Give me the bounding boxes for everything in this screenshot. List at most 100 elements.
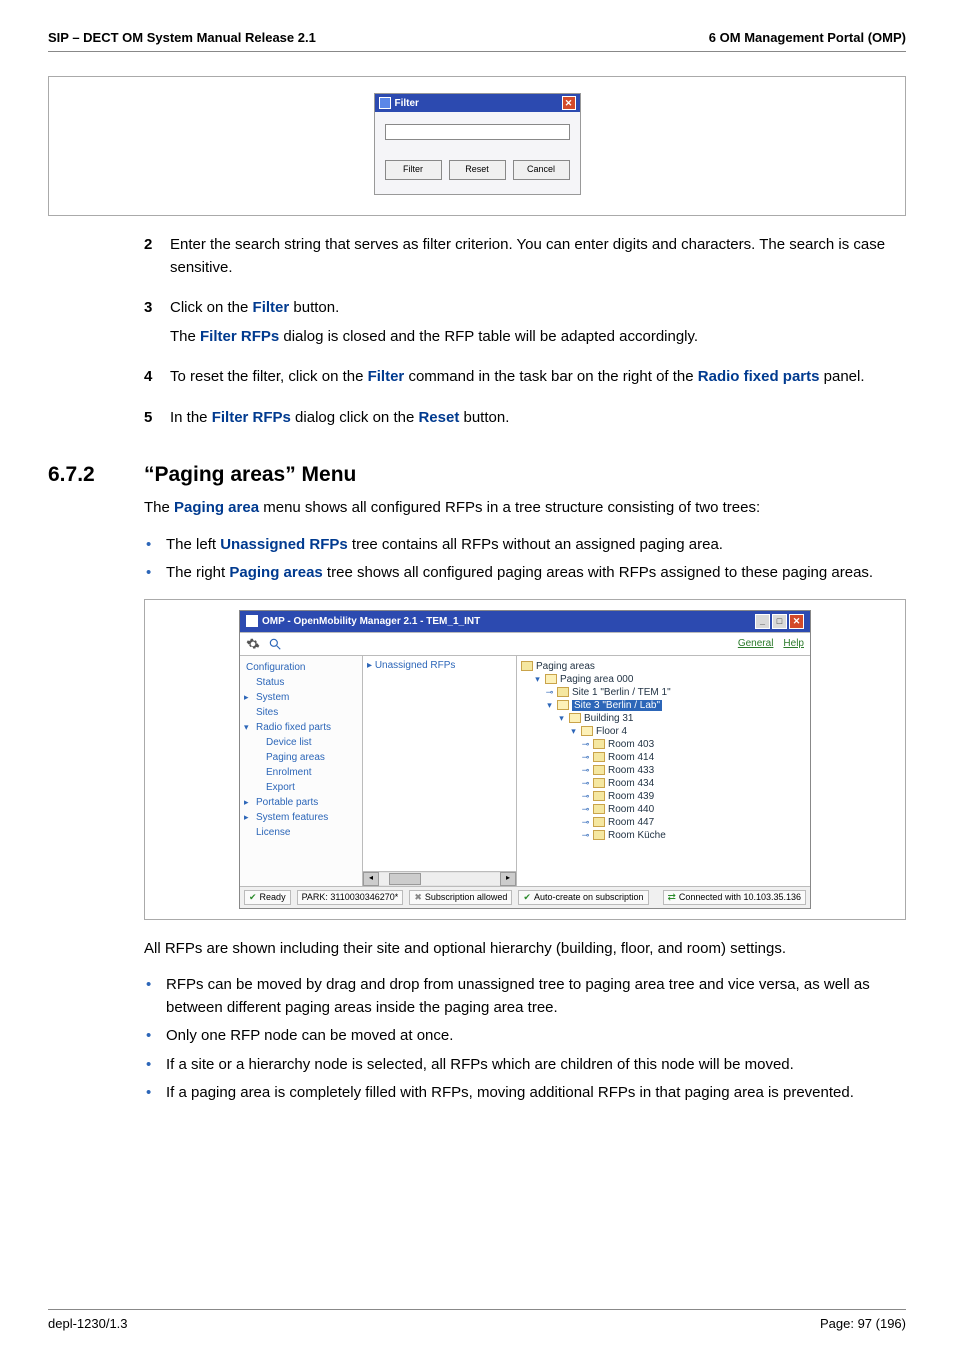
tree-node[interactable]: ⊸Room Küche xyxy=(521,829,806,842)
app-icon xyxy=(379,97,391,109)
filter-dialog-titlebar: Filter ✕ xyxy=(375,94,580,112)
list-item: Only one RFP node can be moved at once. xyxy=(144,1025,906,1048)
menu-help[interactable]: Help xyxy=(783,638,804,649)
sidebar-item[interactable]: Configuration xyxy=(240,660,362,675)
check-icon: ✔ xyxy=(249,892,257,903)
step-paragraph: The Filter RFPs dialog is closed and the… xyxy=(170,326,906,349)
sidebar-item[interactable]: System xyxy=(240,690,362,705)
step-paragraph: Click on the Filter button. xyxy=(170,297,906,320)
maximize-icon[interactable]: □ xyxy=(772,614,787,629)
sidebar-item[interactable]: Sites xyxy=(240,705,362,720)
tree-node[interactable]: ⊸Site 1 "Berlin / TEM 1" xyxy=(521,686,806,699)
tree-node[interactable]: ▾Site 3 "Berlin / Lab" xyxy=(521,699,806,712)
sidebar-item[interactable]: License xyxy=(240,825,362,840)
step-body: Click on the Filter button. The Filter RF… xyxy=(170,297,906,354)
folder-icon xyxy=(593,791,605,801)
sidebar-item[interactable]: Portable parts xyxy=(240,795,362,810)
minimize-icon[interactable]: _ xyxy=(755,614,770,629)
tree-node[interactable]: ⊸Room 414 xyxy=(521,751,806,764)
folder-icon xyxy=(593,765,605,775)
filter-button[interactable]: Filter xyxy=(385,160,442,180)
sidebar-item[interactable]: Paging areas xyxy=(240,750,362,765)
footer-left: depl-1230/1.3 xyxy=(48,1316,128,1331)
sidebar-item[interactable]: Enrolment xyxy=(240,765,362,780)
filter-dialog: Filter ✕ Filter Reset Cancel xyxy=(374,93,581,195)
scroll-left-icon[interactable]: ◂ xyxy=(363,872,379,886)
expand-icon[interactable]: ⊸ xyxy=(581,752,590,763)
list-item: The left Unassigned RFPs tree contains a… xyxy=(144,534,906,557)
status-ready: ✔Ready xyxy=(244,890,291,905)
step-number: 2 xyxy=(144,234,170,285)
expand-icon[interactable]: ⊸ xyxy=(545,687,554,698)
menu-general[interactable]: General xyxy=(738,638,774,649)
tree-node[interactable]: ▾Building 31 xyxy=(521,712,806,725)
paging-areas-panel: Paging areas▾Paging area 000⊸Site 1 "Ber… xyxy=(517,656,810,886)
folder-icon xyxy=(521,661,533,671)
gear-icon[interactable] xyxy=(246,637,260,651)
expand-icon[interactable]: ⊸ xyxy=(581,804,590,815)
list-item: RFPs can be moved by drag and drop from … xyxy=(144,974,906,1019)
connection-icon: ⇄ xyxy=(668,892,676,903)
tree-node[interactable]: ⊸Room 433 xyxy=(521,764,806,777)
unassigned-rfps-title[interactable]: Unassigned RFPs xyxy=(367,660,512,671)
expand-icon[interactable]: ▾ xyxy=(533,674,542,685)
check-icon: ✔ xyxy=(523,892,531,903)
tree-node[interactable]: ⊸Room 447 xyxy=(521,816,806,829)
expand-icon[interactable]: ⊸ xyxy=(581,791,590,802)
folder-icon xyxy=(593,830,605,840)
tree-node[interactable]: ⊸Room 434 xyxy=(521,777,806,790)
search-icon[interactable] xyxy=(268,637,282,651)
page-header: SIP – DECT OM System Manual Release 2.1 … xyxy=(48,30,906,52)
reset-button[interactable]: Reset xyxy=(449,160,506,180)
folder-icon xyxy=(557,700,569,710)
footer-right: Page: 97 (196) xyxy=(820,1316,906,1331)
filter-text-input[interactable] xyxy=(385,124,570,140)
tree-node[interactable]: ⊸Room 403 xyxy=(521,738,806,751)
step-body: Enter the search string that serves as f… xyxy=(170,234,906,285)
sidebar-item[interactable]: Device list xyxy=(240,735,362,750)
omp-sidebar: ConfigurationStatusSystemSitesRadio fixe… xyxy=(240,656,363,886)
section-number: 6.7.2 xyxy=(48,463,144,487)
close-icon[interactable]: ✕ xyxy=(789,614,804,629)
omp-titlebar: OMP - OpenMobility Manager 2.1 - TEM_1_I… xyxy=(240,611,810,632)
step-number: 5 xyxy=(144,407,170,436)
status-subscription: ✖Subscription allowed xyxy=(409,890,512,905)
step: 5In the Filter RFPs dialog click on the … xyxy=(144,407,906,436)
folder-icon xyxy=(569,713,581,723)
header-right: 6 OM Management Portal (OMP) xyxy=(709,30,906,45)
sidebar-item[interactable]: Status xyxy=(240,675,362,690)
expand-icon[interactable]: ⊸ xyxy=(581,778,590,789)
sidebar-item[interactable]: Export xyxy=(240,780,362,795)
tree-node[interactable]: ⊸Room 440 xyxy=(521,803,806,816)
expand-icon[interactable]: ▾ xyxy=(557,713,566,724)
expand-icon[interactable]: ⊸ xyxy=(581,817,590,828)
sidebar-item[interactable]: System features xyxy=(240,810,362,825)
scroll-right-icon[interactable]: ▸ xyxy=(500,872,516,886)
horizontal-scrollbar[interactable]: ◂ ▸ xyxy=(363,871,516,886)
expand-icon[interactable]: ▾ xyxy=(545,700,554,711)
tree-node[interactable]: ▾Paging area 000 xyxy=(521,673,806,686)
step-paragraph: In the Filter RFPs dialog click on the R… xyxy=(170,407,906,430)
folder-icon xyxy=(557,687,569,697)
step-body: In the Filter RFPs dialog click on the R… xyxy=(170,407,906,436)
expand-icon[interactable]: ▾ xyxy=(569,726,578,737)
figure-filter-dialog: Filter ✕ Filter Reset Cancel xyxy=(48,76,906,216)
steps-list: 2Enter the search string that serves as … xyxy=(144,234,906,435)
tree-node[interactable]: ⊸Room 439 xyxy=(521,790,806,803)
x-icon: ✖ xyxy=(414,892,422,903)
close-icon[interactable]: ✕ xyxy=(562,96,576,110)
sidebar-item[interactable]: Radio fixed parts xyxy=(240,720,362,735)
folder-icon xyxy=(581,726,593,736)
filter-dialog-title: Filter xyxy=(395,98,419,109)
expand-icon[interactable]: ⊸ xyxy=(581,830,590,841)
step-body: To reset the filter, click on the Filter… xyxy=(170,366,906,395)
expand-icon[interactable]: ⊸ xyxy=(581,739,590,750)
folder-icon xyxy=(545,674,557,684)
cancel-button[interactable]: Cancel xyxy=(513,160,570,180)
scroll-thumb[interactable] xyxy=(389,873,421,885)
tree-node[interactable]: ▾Floor 4 xyxy=(521,725,806,738)
omp-window-title: OMP - OpenMobility Manager 2.1 - TEM_1_I… xyxy=(262,616,480,627)
folder-icon xyxy=(593,804,605,814)
expand-icon[interactable]: ⊸ xyxy=(581,765,590,776)
tree-root-node[interactable]: Paging areas xyxy=(521,660,806,673)
